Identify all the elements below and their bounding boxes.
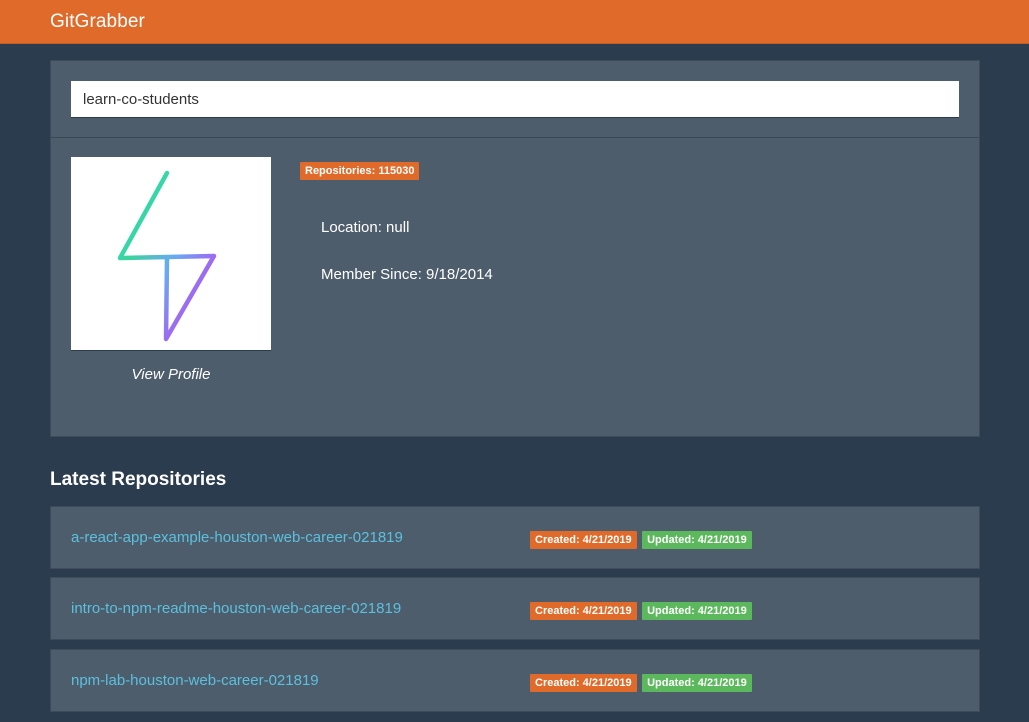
repo-link[interactable]: npm-lab-houston-web-career-021819 <box>71 672 319 689</box>
latest-repositories-heading: Latest Repositories <box>50 469 227 490</box>
navbar: GitGrabber <box>0 0 1029 44</box>
created-badge: Created: 4/21/2019 <box>530 674 637 692</box>
view-profile-link[interactable]: View Profile <box>71 366 271 383</box>
search-input[interactable] <box>71 81 959 118</box>
repo-row: npm-lab-houston-web-career-021819 Create… <box>50 649 980 712</box>
updated-badge: Updated: 4/21/2019 <box>642 674 752 692</box>
repo-row: a-react-app-example-houston-web-career-0… <box>50 506 980 569</box>
repo-badges: Created: 4/21/2019 Updated: 4/21/2019 <box>530 601 753 620</box>
repo-badges: Created: 4/21/2019 Updated: 4/21/2019 <box>530 530 753 549</box>
brand-link[interactable]: GitGrabber <box>50 11 145 33</box>
repo-row: intro-to-npm-readme-houston-web-career-0… <box>50 577 980 640</box>
search-header <box>51 61 979 138</box>
lightning-bolt-logo-icon <box>117 170 217 342</box>
repositories-count-badge: Repositories: 115030 <box>300 162 420 180</box>
updated-badge: Updated: 4/21/2019 <box>642 602 752 620</box>
location-text: Location: null <box>321 219 410 236</box>
repo-badges: Created: 4/21/2019 Updated: 4/21/2019 <box>530 673 753 692</box>
member-since-text: Member Since: 9/18/2014 <box>321 266 493 283</box>
updated-badge: Updated: 4/21/2019 <box>642 531 752 549</box>
created-badge: Created: 4/21/2019 <box>530 531 637 549</box>
avatar <box>71 157 271 351</box>
search-panel: View Profile Repositories: 115030 Locati… <box>50 60 980 437</box>
created-badge: Created: 4/21/2019 <box>530 602 637 620</box>
repo-link[interactable]: a-react-app-example-houston-web-career-0… <box>71 529 403 546</box>
repo-link[interactable]: intro-to-npm-readme-houston-web-career-0… <box>71 600 401 617</box>
